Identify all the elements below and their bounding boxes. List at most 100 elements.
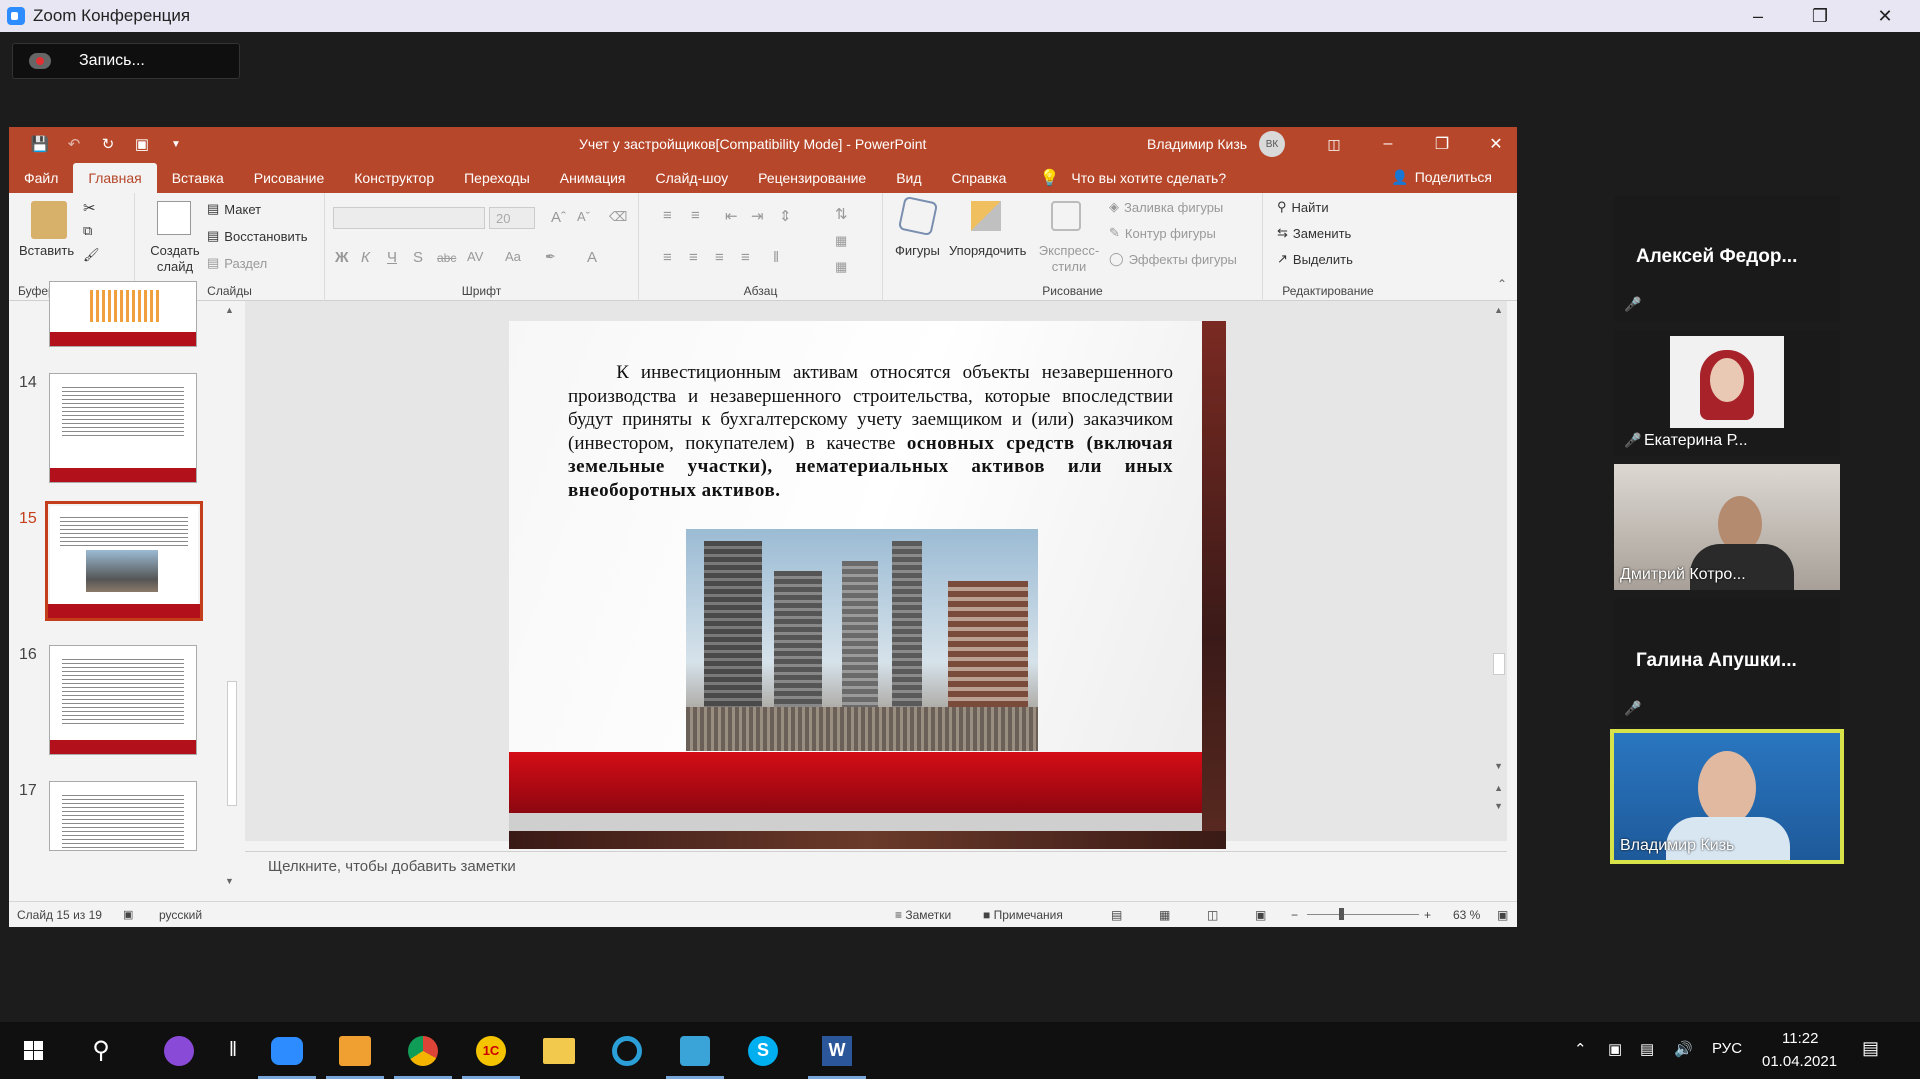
participant-tile-3[interactable]: Дмитрий Котро... [1614, 464, 1840, 590]
save-icon[interactable]: 💾 [27, 127, 53, 161]
canvas-scroll-up-icon[interactable]: ▲ [1494, 305, 1503, 315]
zoom-out-button[interactable]: − [1291, 908, 1298, 922]
thumbnails-scrollbar[interactable]: ▲ ▼ [224, 301, 240, 891]
internet-explorer-icon[interactable] [594, 1022, 660, 1079]
word-taskbar-icon[interactable]: W [804, 1022, 870, 1079]
tab-help[interactable]: Справка [937, 163, 1022, 193]
change-case-button[interactable]: Aa [505, 249, 521, 264]
reset-button[interactable]: ▤ Восстановить [207, 228, 308, 244]
tab-insert[interactable]: Вставка [157, 163, 239, 193]
notes-toggle[interactable]: ≡ Заметки [895, 908, 951, 922]
quick-styles-icon[interactable] [1051, 201, 1081, 231]
paste-icon[interactable] [31, 201, 67, 239]
shape-effects-button[interactable]: ◯ Эффекты фигуры [1109, 251, 1237, 267]
align-text-icon[interactable]: ▦ [835, 233, 847, 249]
slide-thumbnail-15-selected[interactable] [45, 501, 203, 621]
tab-review[interactable]: Рецензирование [743, 163, 881, 193]
shape-fill-button[interactable]: ◈ Заливка фигуры [1109, 199, 1223, 215]
find-button[interactable]: ⚲ Найти [1277, 199, 1329, 215]
skype-taskbar-icon[interactable]: S [730, 1022, 796, 1079]
font-size-box[interactable]: 20 [489, 207, 535, 229]
columns-icon[interactable]: ‖ [773, 249, 779, 266]
line-spacing-icon[interactable]: ⇕ [779, 207, 792, 225]
decrease-font-icon[interactable]: Aˇ [577, 209, 590, 224]
align-right-icon[interactable]: ≡ [715, 249, 724, 266]
tell-me-box[interactable]: 💡 Что вы хотите сделать? [1039, 163, 1226, 193]
zoom-level[interactable]: 63 % [1453, 908, 1480, 922]
slide-thumbnail-13[interactable] [49, 281, 197, 347]
canvas-scrollbar-thumb[interactable] [1493, 653, 1505, 675]
replace-button[interactable]: ⇆ Заменить [1277, 225, 1351, 241]
participant-tile-5-active-speaker[interactable]: Владимир Кизь [1610, 729, 1844, 864]
share-button[interactable]: 👤 Поделиться [1391, 169, 1492, 186]
numbering-icon[interactable]: ≡ [691, 207, 700, 224]
layout-button[interactable]: ▤ Макет [207, 201, 261, 217]
select-button[interactable]: ↗ Выделить [1277, 251, 1353, 267]
bold-button[interactable]: Ж [335, 249, 349, 266]
tab-design[interactable]: Конструктор [339, 163, 449, 193]
font-name-box[interactable] [333, 207, 485, 229]
user-avatar[interactable]: ВК [1259, 131, 1285, 157]
arrange-icon[interactable] [971, 201, 1001, 231]
fit-to-window-icon[interactable]: ▣ [1497, 908, 1508, 922]
canvas-scroll-down-icon[interactable]: ▼ [1494, 761, 1503, 771]
tab-draw[interactable]: Рисование [239, 163, 340, 193]
increase-indent-icon[interactable]: ⇥ [751, 207, 764, 225]
start-button[interactable] [0, 1022, 66, 1079]
previous-slide-icon[interactable]: ▲ [1494, 783, 1503, 793]
volume-icon[interactable]: 🔊 [1674, 1040, 1693, 1058]
redo-icon[interactable]: ↻ [95, 127, 121, 161]
slide-body-text[interactable]: К инвестиционным активам относятся объек… [568, 361, 1173, 502]
scrollbar-thumb[interactable] [227, 681, 237, 806]
ppt-restore-button[interactable]: ❐ [1415, 127, 1469, 161]
participant-tile-2[interactable]: 🎤 Екатерина Р... [1614, 330, 1840, 456]
ribbon-display-options-icon[interactable]: ◫ [1307, 127, 1361, 161]
text-direction-icon[interactable]: ⇅ [835, 205, 848, 223]
shadow-button[interactable]: S [413, 249, 423, 266]
search-icon[interactable]: ⚲ [68, 1022, 134, 1079]
highlight-icon[interactable]: ✒ [545, 249, 556, 265]
section-button[interactable]: ▤ Раздел [207, 255, 267, 271]
1c-taskbar-icon[interactable]: 1C [458, 1022, 524, 1079]
undo-icon[interactable]: ↶ [61, 127, 87, 161]
language-indicator[interactable]: русский [159, 908, 202, 922]
format-painter-icon[interactable]: 🖌 [83, 247, 100, 263]
shape-outline-button[interactable]: ✎ Контур фигуры [1109, 225, 1216, 241]
clock-date[interactable]: 01.04.2021 [1762, 1053, 1837, 1070]
shapes-icon[interactable] [897, 195, 939, 237]
smartart-icon[interactable]: ▦ [835, 259, 847, 275]
increase-font-icon[interactable]: Aˆ [551, 209, 566, 226]
construction-photo[interactable] [686, 529, 1038, 751]
tab-view[interactable]: Вид [881, 163, 936, 193]
new-slide-icon[interactable] [157, 201, 191, 235]
tab-transitions[interactable]: Переходы [449, 163, 545, 193]
slide-thumbnail-16[interactable] [49, 645, 197, 755]
show-hidden-icons[interactable]: ⌃ [1574, 1040, 1587, 1058]
input-language[interactable]: РУС [1712, 1040, 1742, 1057]
normal-view-icon[interactable]: ▤ [1111, 908, 1122, 922]
recording-indicator[interactable]: Запись... [12, 43, 240, 79]
tab-slideshow[interactable]: Слайд-шоу [641, 163, 744, 193]
file-explorer-icon[interactable] [526, 1022, 592, 1079]
slide-thumbnail-17[interactable] [49, 781, 197, 851]
scroll-up-icon[interactable]: ▲ [225, 305, 234, 315]
reading-view-icon[interactable]: ◫ [1207, 908, 1218, 922]
ppt-close-button[interactable]: ✕ [1469, 127, 1517, 161]
copy-icon[interactable]: ⧉ [83, 223, 92, 239]
justify-icon[interactable]: ≡ [741, 249, 750, 266]
tab-file[interactable]: Файл [9, 163, 73, 193]
start-slideshow-icon[interactable]: ▣ [129, 127, 155, 161]
next-slide-icon[interactable]: ▼ [1494, 801, 1503, 811]
zoom-taskbar-icon[interactable] [254, 1022, 320, 1079]
action-center-icon[interactable]: ▤ [1862, 1038, 1879, 1059]
ppt-minimize-button[interactable]: – [1361, 127, 1415, 161]
tab-home[interactable]: Главная [73, 163, 157, 193]
device-icon[interactable]: ▣ [1608, 1040, 1622, 1058]
app-taskbar-icon[interactable] [662, 1022, 728, 1079]
chrome-taskbar-icon[interactable] [390, 1022, 456, 1079]
participant-tile-4[interactable]: Галина Апушки... 🎤 [1614, 598, 1840, 724]
zoom-slider-thumb[interactable] [1339, 908, 1344, 920]
align-left-icon[interactable]: ≡ [663, 249, 672, 266]
participant-tile-1[interactable]: Алексей Федор... 🎤 [1614, 196, 1840, 322]
zoom-slider[interactable] [1307, 914, 1419, 915]
